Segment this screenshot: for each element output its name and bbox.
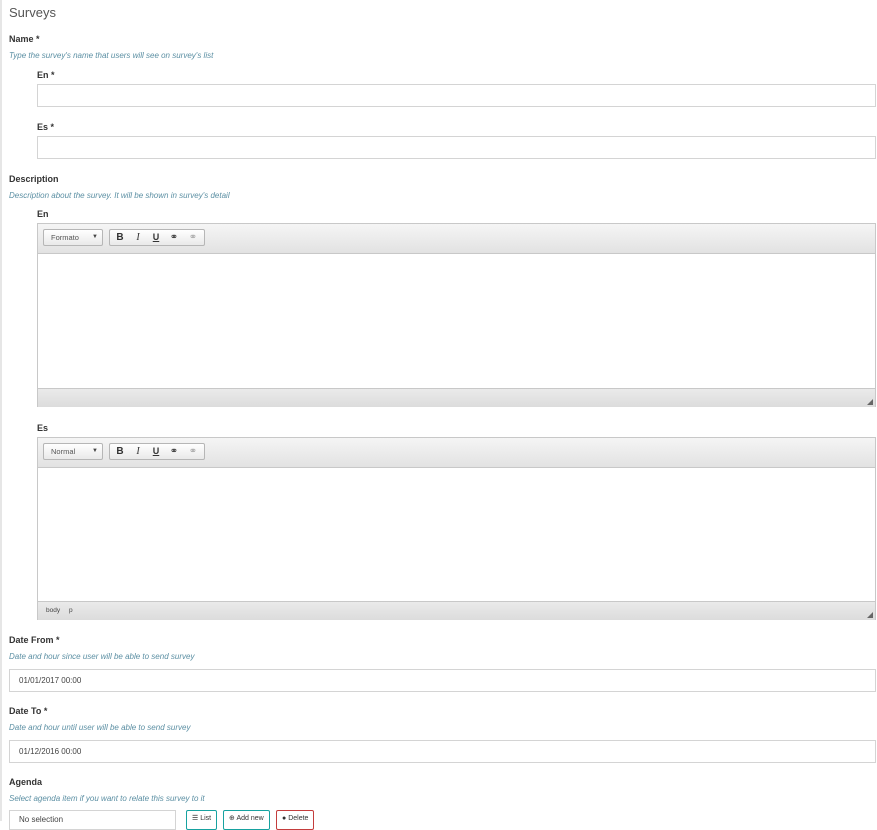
agenda-select[interactable]: No selection — [9, 810, 176, 830]
underline-button[interactable]: U — [147, 444, 165, 459]
description-es-label: Es — [37, 423, 49, 433]
link-icon[interactable]: ⚭ — [165, 230, 183, 245]
format-select-value: Formato — [51, 233, 79, 242]
page-left-border — [0, 0, 2, 821]
italic-button[interactable]: I — [129, 230, 147, 245]
agenda-add-new-button[interactable]: ⊕ Add new — [223, 810, 270, 830]
format-select-value: Normal — [51, 447, 76, 456]
link-icon[interactable]: ⚭ — [165, 444, 183, 459]
agenda-list-button[interactable]: ☰ List — [186, 810, 218, 830]
chevron-down-icon: ▼ — [92, 448, 98, 454]
unlink-icon[interactable]: ⚭ — [184, 230, 202, 245]
page-title: Surveys — [9, 5, 56, 20]
editor-status-bar: body p — [38, 601, 875, 620]
description-label: Description — [9, 174, 59, 184]
name-label: Name * — [9, 34, 40, 44]
agenda-hint: Select agenda item if you want to relate… — [9, 794, 205, 803]
unlink-icon[interactable]: ⚭ — [184, 444, 202, 459]
element-path-body[interactable]: body — [46, 607, 60, 614]
name-es-label: Es * — [37, 122, 55, 132]
agenda-label: Agenda — [9, 777, 43, 787]
description-en-label: En — [37, 209, 49, 219]
editor-toolbar: Formato ▼ B I U ⚭ ⚭ — [38, 224, 875, 254]
formatting-buttons: B I U ⚭ ⚭ — [109, 229, 205, 246]
editor-status-bar — [38, 388, 875, 407]
chevron-down-icon: ▼ — [92, 234, 98, 240]
date-to-hint: Date and hour until user will be able to… — [9, 723, 191, 732]
description-es-editor: Normal ▼ B I U ⚭ ⚭ body p — [37, 437, 876, 620]
underline-button[interactable]: U — [147, 230, 165, 245]
bold-button[interactable]: B — [111, 444, 129, 459]
formatting-buttons: B I U ⚭ ⚭ — [109, 443, 205, 460]
editor-toolbar: Normal ▼ B I U ⚭ ⚭ — [38, 438, 875, 468]
description-hint: Description about the survey. It will be… — [9, 191, 230, 200]
date-from-input[interactable]: 01/01/2017 00:00 — [9, 669, 876, 692]
date-to-input[interactable]: 01/12/2016 00:00 — [9, 740, 876, 763]
name-en-input[interactable] — [37, 84, 876, 107]
resize-grip-icon[interactable] — [867, 612, 873, 618]
italic-button[interactable]: I — [129, 444, 147, 459]
name-es-input[interactable] — [37, 136, 876, 159]
resize-grip-icon[interactable] — [867, 399, 873, 405]
description-en-editor: Formato ▼ B I U ⚭ ⚭ — [37, 223, 876, 407]
date-from-hint: Date and hour since user will be able to… — [9, 652, 195, 661]
name-hint: Type the survey's name that users will s… — [9, 51, 214, 60]
format-select[interactable]: Formato ▼ — [43, 229, 103, 246]
date-to-label: Date To * — [9, 706, 48, 716]
date-from-label: Date From * — [9, 635, 60, 645]
element-path-p[interactable]: p — [69, 607, 73, 614]
agenda-delete-button[interactable]: ● Delete — [276, 810, 315, 830]
name-en-label: En * — [37, 70, 55, 80]
format-select[interactable]: Normal ▼ — [43, 443, 103, 460]
editor-content-area[interactable] — [38, 254, 875, 388]
bold-button[interactable]: B — [111, 230, 129, 245]
editor-content-area[interactable] — [38, 468, 875, 601]
